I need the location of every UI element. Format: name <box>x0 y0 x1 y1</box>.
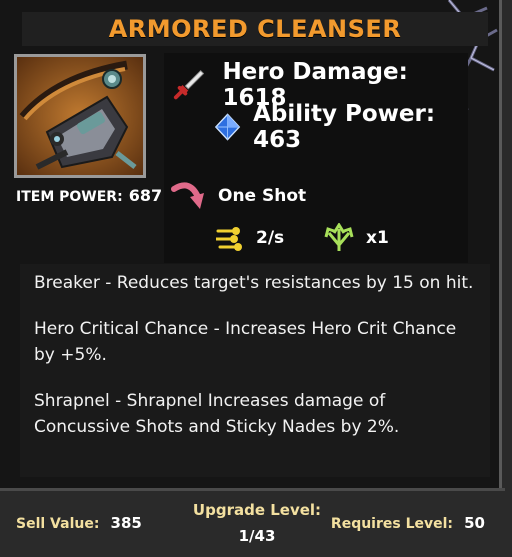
attack-rate: 2/s <box>256 228 285 248</box>
attack-type-row: One Shot <box>170 179 306 213</box>
triple-arrow-icon <box>324 223 354 251</box>
ability-power-stat: Ability Power: 463 <box>253 101 436 153</box>
sell-value: Sell Value: 385 <box>16 513 142 532</box>
footer: Sell Value: 385 Upgrade Level: 1/43 Requ… <box>0 488 505 557</box>
item-power-value: 687 <box>128 186 163 205</box>
requires-level: Requires Level: 50 <box>331 513 485 532</box>
sword-icon <box>173 70 205 100</box>
upgrade-level-label: Upgrade Level: <box>192 501 322 519</box>
title-bar: ARMORED CLEANSER <box>22 12 488 46</box>
item-power: ITEM POWER: 687 <box>16 186 162 205</box>
description-breaker: Breaker - Reduces target's resistances b… <box>34 273 474 293</box>
requires-level-value: 50 <box>464 514 485 532</box>
attack-rate-row: 2/s <box>216 225 284 251</box>
upgrade-level: Upgrade Level: 1/43 <box>190 501 324 545</box>
item-name: ARMORED CLEANSER <box>108 15 402 43</box>
projectile-count: x1 <box>366 228 389 248</box>
sell-value-amount: 385 <box>110 514 142 532</box>
curved-arrow-icon <box>171 182 204 209</box>
armored-cleanser-weapon-icon <box>17 57 143 175</box>
description-panel: Breaker - Reduces target's resistances b… <box>20 264 490 477</box>
requires-level-label: Requires Level: <box>330 516 454 532</box>
description-shrapnel: Shrapnel - Shrapnel Increases damage of … <box>34 391 400 437</box>
item-image <box>14 54 146 178</box>
upgrade-level-value: 1/43 <box>238 527 276 545</box>
projectiles-row: x1 <box>324 223 389 253</box>
stats-panel: Hero Damage: 1618 Ability Power: 463 One… <box>164 53 468 263</box>
description-crit-chance: Hero Critical Chance - Increases Hero Cr… <box>34 319 457 365</box>
diamond-icon <box>214 113 241 141</box>
attack-type: One Shot <box>218 186 307 206</box>
projectile-speed-icon <box>216 227 242 251</box>
ability-power-row: Ability Power: 463 <box>214 101 468 153</box>
item-power-label: ITEM POWER: <box>16 189 123 205</box>
sell-value-label: Sell Value: <box>16 516 100 532</box>
item-tooltip: ARMORED CLEANSER ITEM POWER: 687 Hero Da… <box>0 0 505 557</box>
